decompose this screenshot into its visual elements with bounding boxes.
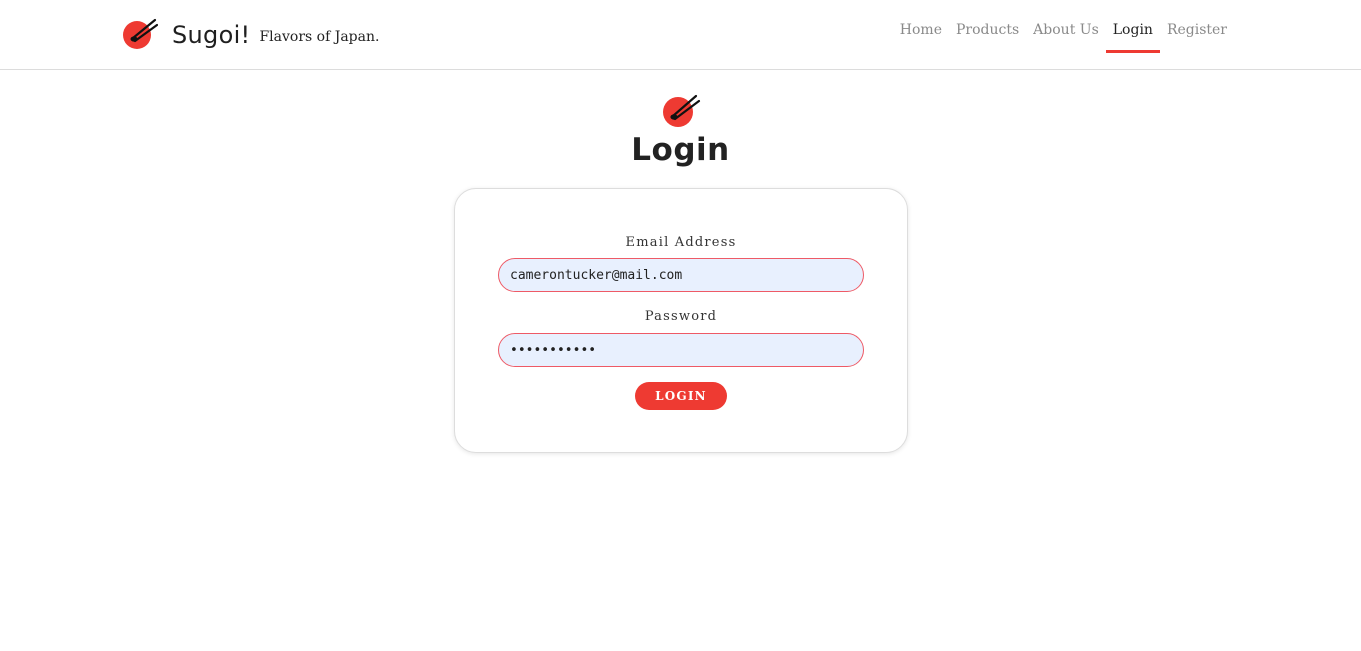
brand-name: Sugoi!	[172, 21, 251, 49]
login-card: Email Address Password LOGIN	[454, 188, 908, 453]
password-label: Password	[644, 309, 718, 324]
nav-link-products[interactable]: Products	[949, 22, 1026, 51]
nav-link-login[interactable]: Login	[1105, 22, 1161, 53]
email-label: Email Address	[625, 235, 737, 250]
login-button[interactable]: LOGIN	[635, 382, 727, 410]
navbar: Sugoi! Flavors of Japan. Home Products A…	[0, 0, 1361, 70]
page-title: Login	[631, 132, 730, 168]
brand-tagline: Flavors of Japan.	[259, 29, 380, 45]
brand[interactable]: Sugoi! Flavors of Japan.	[122, 16, 379, 52]
nav-link-home[interactable]: Home	[893, 22, 949, 51]
password-field[interactable]	[498, 333, 864, 367]
nav-link-register[interactable]: Register	[1160, 22, 1234, 51]
nav-link-about-us[interactable]: About Us	[1026, 22, 1106, 51]
email-field[interactable]	[498, 258, 864, 292]
chopsticks-bowl-icon	[663, 94, 701, 127]
main-nav: Home Products About Us Login Register	[893, 22, 1234, 53]
chopsticks-bowl-icon	[123, 18, 158, 49]
